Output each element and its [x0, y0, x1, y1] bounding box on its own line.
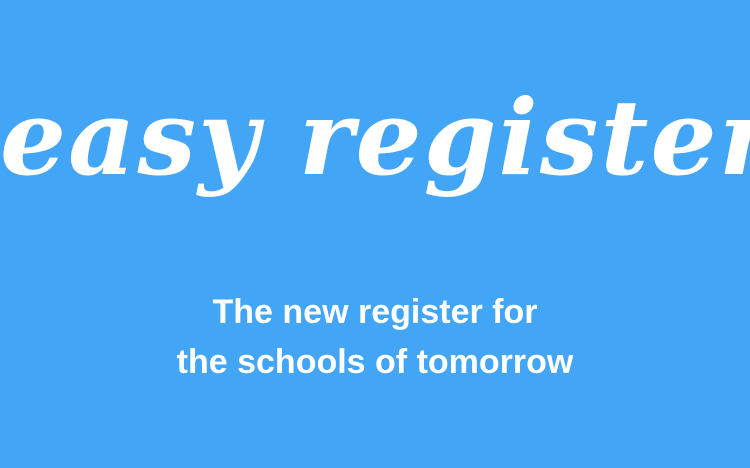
- logo-wordmark: easy register: [0, 76, 750, 199]
- banner: easy register The new register for the s…: [0, 0, 750, 468]
- tagline-line-1: The new register for: [212, 293, 538, 331]
- tagline-line-2: the schools of tomorrow: [176, 343, 574, 381]
- tagline: The new register for the schools of tomo…: [0, 287, 750, 387]
